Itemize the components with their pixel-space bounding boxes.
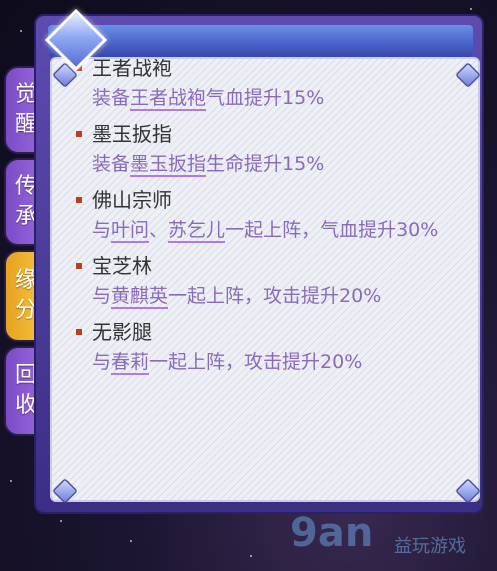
- star: [10, 480, 12, 482]
- list-item-name: 无影腿: [76, 317, 472, 347]
- list-item-desc: 装备王者战袍气血提升15%: [92, 87, 325, 111]
- fate-list: 王者战袍 装备王者战袍气血提升15% 墨玉扳指 装备墨玉扳指生命提升15% 佛山…: [76, 59, 472, 377]
- star: [130, 540, 132, 542]
- watermark-logo: 9an: [290, 510, 374, 556]
- list-item-desc: 与黄麒英一起上阵，攻击提升20%: [92, 285, 382, 309]
- list-item-name: 墨玉扳指: [76, 119, 472, 149]
- bullet-icon: [76, 197, 82, 203]
- list-item-name: 宝芝林: [76, 251, 472, 281]
- star: [20, 30, 22, 32]
- star: [250, 555, 252, 557]
- star: [60, 520, 62, 522]
- bullet-icon: [76, 263, 82, 269]
- bullet-icon: [76, 329, 82, 335]
- watermark: 9an 益玩游戏: [290, 510, 490, 570]
- bullet-icon: [76, 131, 82, 137]
- list-item-name: 佛山宗师: [76, 185, 472, 215]
- list-item-desc: 装备墨玉扳指生命提升15%: [92, 153, 325, 177]
- list-item-desc: 与叶问、苏乞儿一起上阵，气血提升30%: [92, 219, 439, 243]
- list-item-desc: 与春莉一起上阵，攻击提升20%: [92, 351, 363, 375]
- star: [470, 8, 472, 10]
- watermark-text: 益玩游戏: [394, 536, 466, 557]
- fate-list-panel[interactable]: 王者战袍 装备王者战袍气血提升15% 墨玉扳指 装备墨玉扳指生命提升15% 佛山…: [50, 57, 480, 502]
- list-item-name: 王者战袍: [76, 59, 472, 83]
- panel-header: [48, 25, 473, 57]
